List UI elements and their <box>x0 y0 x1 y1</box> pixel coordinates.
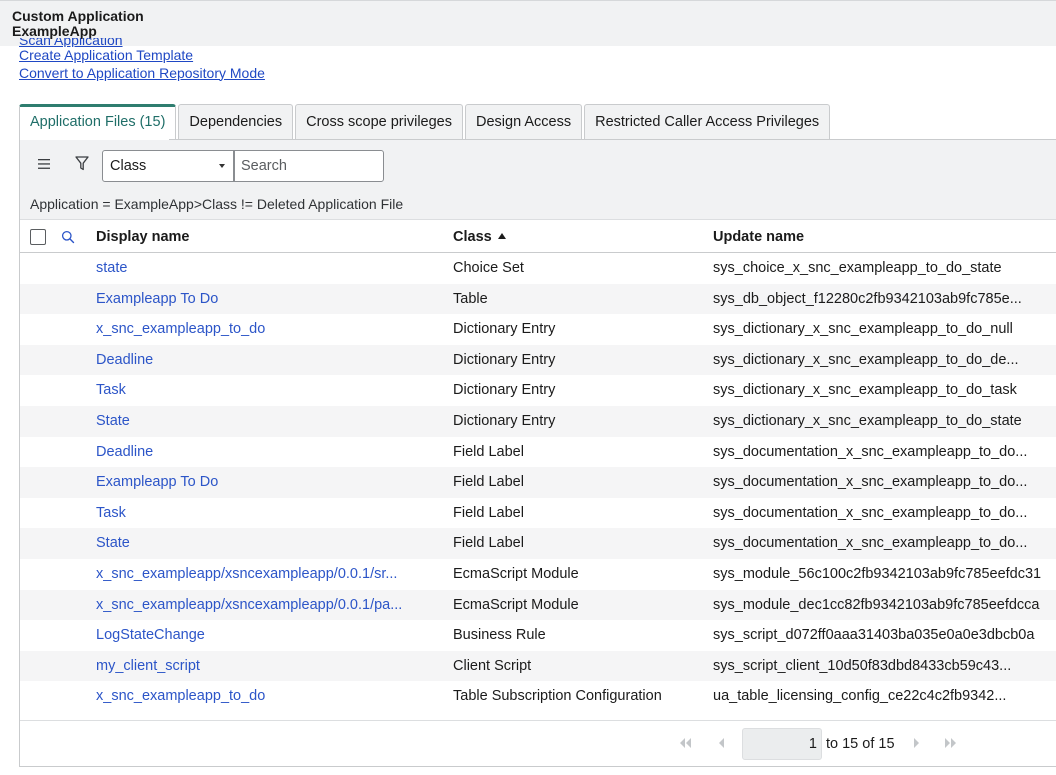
class-cell: Dictionary Entry <box>453 412 556 429</box>
search-field-select-value: Class <box>110 158 147 174</box>
table-row: LogStateChange Business Rule sys_script_d0… <box>20 620 1056 651</box>
display-name-link[interactable]: Exampleapp To Do <box>96 467 218 498</box>
class-cell: Dictionary Entry <box>453 382 556 399</box>
update-name-cell: ua_table_licensing_config_ce22c4c2fb9342… <box>713 688 1007 705</box>
tab-application-files[interactable]: Application Files (15) <box>19 104 177 141</box>
table-row: Exampleapp To Do Table sys_db_object_f1228… <box>20 283 1056 315</box>
class-cell: Table Subscription Configuration <box>453 688 662 705</box>
table-row: Deadline Dictionary Entry sys_dictionary_x… <box>20 344 1056 376</box>
update-name-cell: sys_db_object_f12280c2fb9342103ab9fc785e… <box>713 290 1022 307</box>
column-header-display-name[interactable]: Display name <box>96 221 190 253</box>
class-cell: Table <box>453 290 488 307</box>
application-files-panel: Class Application = ExampleApp>Class != … <box>19 140 1056 767</box>
scan-application-link[interactable]: Scan Application <box>19 38 265 47</box>
first-page-icon[interactable] <box>678 736 692 750</box>
update-name-cell: sys_documentation_x_snc_exampleapp_to_do… <box>713 474 1028 491</box>
table-row: x_snc_exampleapp/xsncexampleapp/0.0.1/sr… <box>20 559 1056 590</box>
chevron-down-icon <box>219 164 225 168</box>
display-name-link[interactable]: state <box>96 253 127 284</box>
table-row: Exampleapp To Do Field Label sys_documenta… <box>20 467 1056 498</box>
update-name-cell: sys_dictionary_x_snc_exampleapp_to_do_nu… <box>713 321 1013 338</box>
class-cell: Dictionary Entry <box>453 351 556 368</box>
display-name-link[interactable]: LogStateChange <box>96 620 205 651</box>
convert-to-repository-mode-link[interactable]: Convert to Application Repository Mode <box>19 65 265 83</box>
search-icon[interactable] <box>61 230 75 244</box>
display-name-link[interactable]: Task <box>96 375 126 406</box>
display-name-link[interactable]: State <box>96 406 130 437</box>
table-row: Deadline Field Label sys_documentation_x_s… <box>20 437 1056 468</box>
class-cell: Dictionary Entry <box>453 321 556 338</box>
tab-design-access[interactable]: Design Access <box>465 104 583 140</box>
display-name-link[interactable]: x_snc_exampleapp_to_do <box>96 681 265 712</box>
update-name-cell: sys_script_client_10d50f83dbd8433cb59c43… <box>713 657 1012 674</box>
hamburger-menu-icon[interactable] <box>38 158 52 170</box>
table-row: x_snc_exampleapp_to_do Dictionary Entry sy… <box>20 314 1056 345</box>
display-name-link[interactable]: x_snc_exampleapp/xsncexampleapp/0.0.1/sr… <box>96 559 397 590</box>
display-name-link[interactable]: x_snc_exampleapp/xsncexampleapp/0.0.1/pa… <box>96 590 402 621</box>
search-field-select[interactable]: Class <box>102 150 234 182</box>
update-name-cell: sys_documentation_x_snc_exampleapp_to_do… <box>713 443 1028 460</box>
display-name-link[interactable]: Task <box>96 498 126 529</box>
create-application-template-link[interactable]: Create Application Template <box>19 47 265 65</box>
display-name-link[interactable]: Exampleapp To Do <box>96 284 218 315</box>
update-name-cell: sys_documentation_x_snc_exampleapp_to_do… <box>713 504 1028 521</box>
table-row: state Choice Set sys_choice_x_snc_examplea… <box>20 253 1056 284</box>
class-cell: Field Label <box>453 443 524 460</box>
class-cell: EcmaScript Module <box>453 596 579 613</box>
next-page-icon[interactable] <box>912 736 920 750</box>
last-page-icon[interactable] <box>944 736 958 750</box>
tab-dependencies[interactable]: Dependencies <box>178 104 294 140</box>
select-all-checkbox[interactable] <box>30 229 46 245</box>
table-body: state Choice Set sys_choice_x_snc_examplea… <box>20 253 1056 712</box>
update-name-cell: sys_dictionary_x_snc_exampleapp_to_do_st… <box>713 412 1022 429</box>
update-name-cell: sys_module_dec1cc82fb9342103ab9fc785eefd… <box>713 596 1040 613</box>
class-cell: Business Rule <box>453 627 546 644</box>
related-links: Scan Application Create Application Temp… <box>19 38 265 82</box>
display-name-link[interactable]: State <box>96 528 130 559</box>
sort-ascending-icon <box>497 233 506 239</box>
class-cell: Field Label <box>453 535 524 552</box>
table-row: Task Dictionary Entry sys_dictionary_x_snc… <box>20 375 1056 406</box>
update-name-cell: sys_dictionary_x_snc_exampleapp_to_do_ta… <box>713 382 1017 399</box>
table-row: my_client_script Client Script sys_script_… <box>20 650 1056 682</box>
header-subtitle: ExampleApp <box>12 23 97 39</box>
tab-cross-scope-privileges[interactable]: Cross scope privileges <box>295 104 463 140</box>
update-name-cell: sys_documentation_x_snc_exampleapp_to_do… <box>713 535 1028 552</box>
header-title: Custom Application <box>12 8 144 24</box>
update-name-cell: sys_choice_x_snc_exampleapp_to_do_state <box>713 260 1002 276</box>
column-header-class[interactable]: Class <box>453 221 506 253</box>
class-cell: Choice Set <box>453 260 524 276</box>
list-toolbar: Class <box>20 140 1056 189</box>
previous-page-icon[interactable] <box>718 736 726 750</box>
table-header: Display name Class Update name <box>20 221 1056 253</box>
column-header-update-name[interactable]: Update name <box>713 221 804 253</box>
display-name-link[interactable]: my_client_script <box>96 651 200 682</box>
table-row: x_snc_exampleapp_to_do Table Subscription… <box>20 681 1056 712</box>
display-name-link[interactable]: x_snc_exampleapp_to_do <box>96 314 265 345</box>
table-row: State Field Label sys_documentation_x_snc_… <box>20 528 1056 559</box>
display-name-link[interactable]: Deadline <box>96 437 153 468</box>
page-range-label: to 15 of 15 <box>826 736 895 752</box>
tab-restricted-caller-access[interactable]: Restricted Caller Access Privileges <box>584 104 831 140</box>
class-cell: EcmaScript Module <box>453 565 579 582</box>
column-header-class-label: Class <box>453 229 492 245</box>
update-name-cell: sys_dictionary_x_snc_exampleapp_to_do_de… <box>713 351 1019 368</box>
table-row: State Dictionary Entry sys_dictionary_x_sn… <box>20 405 1056 437</box>
class-cell: Field Label <box>453 474 524 491</box>
filter-breadcrumb[interactable]: Application = ExampleApp>Class != Delete… <box>20 189 1056 220</box>
class-cell: Field Label <box>453 504 524 521</box>
class-cell: Client Script <box>453 657 532 674</box>
table-row: x_snc_exampleapp/xsncexampleapp/0.0.1/pa… <box>20 589 1056 621</box>
page-number-input[interactable]: 1 <box>742 728 822 760</box>
filter-icon[interactable] <box>75 156 89 171</box>
pagination-bar: 1 to 15 of 15 <box>20 720 1056 766</box>
search-input[interactable] <box>234 150 384 182</box>
update-name-cell: sys_script_d072ff0aaa31403ba035e0a0e3dbc… <box>713 627 1035 644</box>
related-list-tabs: Application Files (15) Dependencies Cros… <box>19 104 832 141</box>
table-row: Task Field Label sys_documentation_x_snc_e… <box>20 498 1056 529</box>
display-name-link[interactable]: Deadline <box>96 345 153 376</box>
update-name-cell: sys_module_56c100c2fb9342103ab9fc785eefd… <box>713 565 1042 582</box>
